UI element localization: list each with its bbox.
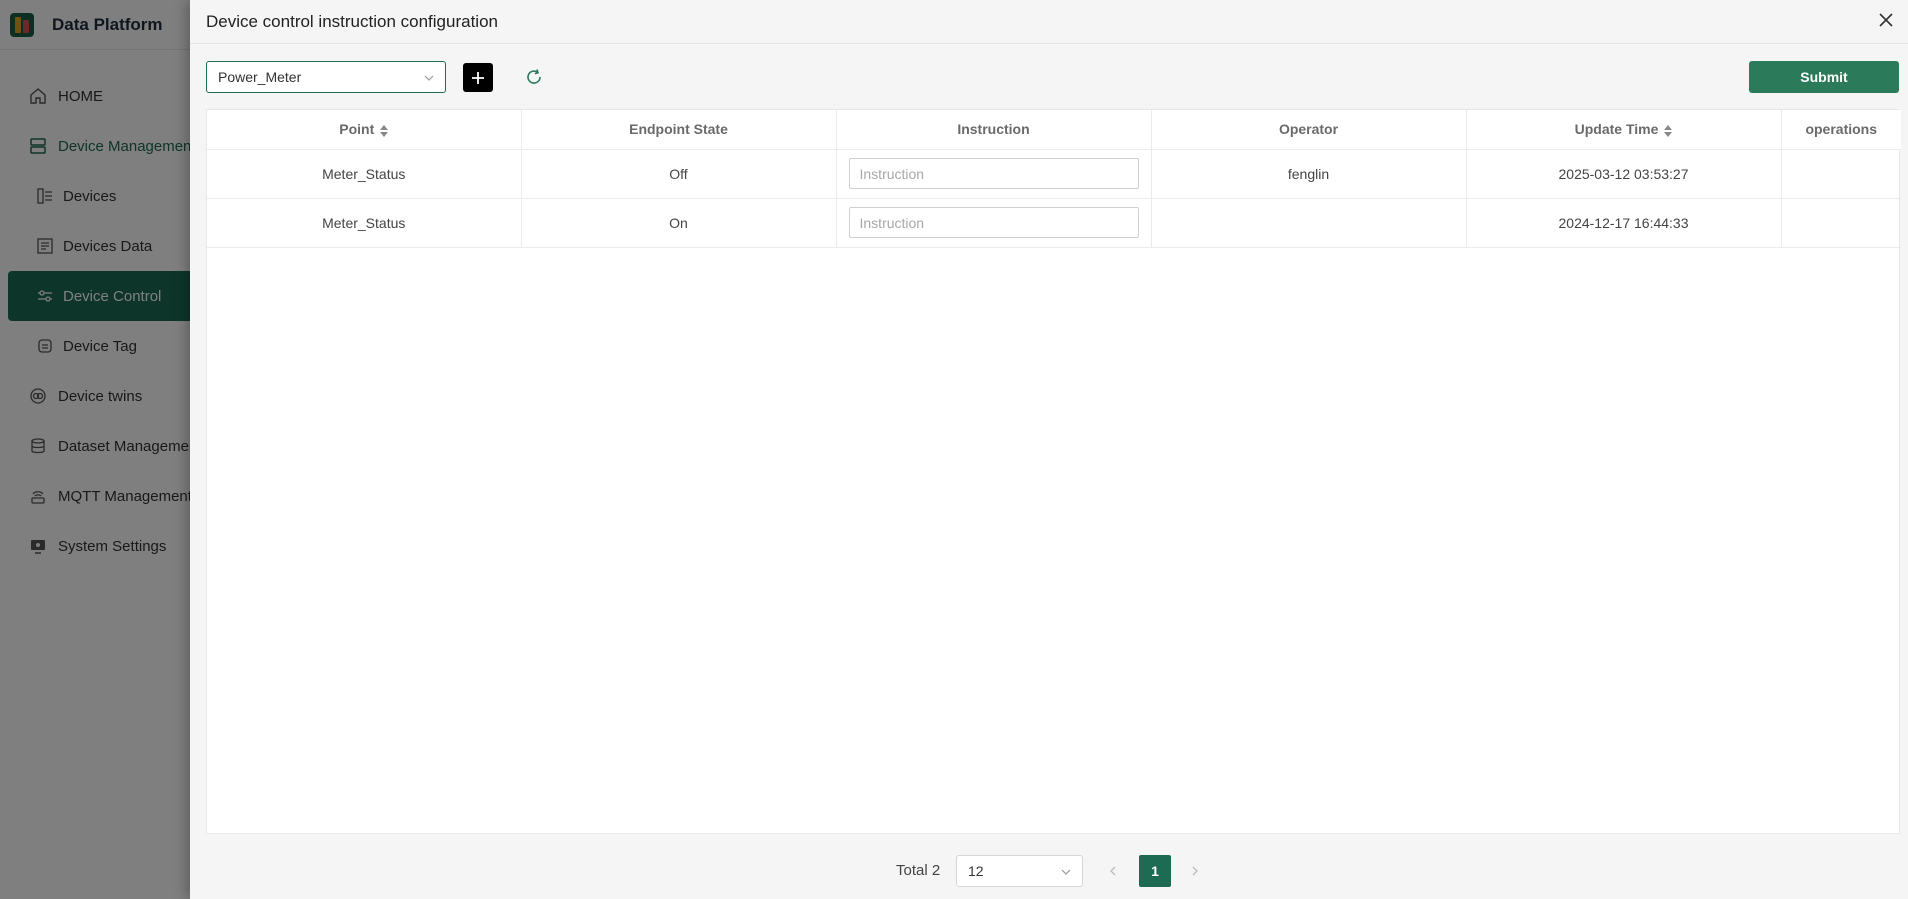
chevron-down-icon: [423, 71, 435, 87]
refresh-icon[interactable]: [524, 67, 544, 87]
page-size-select[interactable]: 12: [956, 855, 1083, 887]
drawer-toolbar: Power_Meter Submit: [206, 61, 1899, 93]
cell-operator: fenglin: [1151, 149, 1467, 199]
instruction-input[interactable]: [848, 158, 1139, 189]
pagination-total: Total 2: [896, 862, 941, 879]
device-select[interactable]: Power_Meter: [206, 61, 446, 93]
plus-icon: [472, 71, 484, 84]
cell-instruction: [836, 198, 1152, 248]
cell-endpoint-state: On: [521, 198, 837, 248]
device-select-value: Power_Meter: [218, 69, 302, 85]
table-row: Meter_Status Off fenglin 2025-03-12 03:5…: [207, 149, 1901, 199]
column-header-operations: operations: [1781, 110, 1901, 150]
column-header-point[interactable]: Point: [207, 110, 522, 150]
instruction-config-drawer: Device control instruction configuration…: [190, 0, 1908, 899]
cell-point: Meter_Status: [207, 149, 522, 199]
close-icon[interactable]: [1874, 8, 1898, 32]
sort-icon[interactable]: [380, 124, 389, 137]
sort-icon[interactable]: [1664, 124, 1673, 137]
cell-endpoint-state: Off: [521, 149, 837, 199]
column-header-instruction: Instruction: [836, 110, 1152, 150]
cell-update-time: 2025-03-12 03:53:27: [1466, 149, 1782, 199]
table-header-row: Point Endpoint State Instruction Operato…: [207, 110, 1901, 150]
column-header-endpoint-state: Endpoint State: [521, 110, 837, 150]
chevron-right-icon[interactable]: [1185, 859, 1205, 883]
cell-operations: [1781, 149, 1901, 199]
drawer-header: Device control instruction configuration: [190, 0, 1908, 44]
instruction-table: Point Endpoint State Instruction Operato…: [206, 109, 1901, 834]
add-button[interactable]: [463, 63, 493, 92]
chevron-down-icon: [1060, 865, 1072, 881]
cell-update-time: 2024-12-17 16:44:33: [1466, 198, 1782, 248]
pagination: Total 2 12 1: [190, 855, 1908, 887]
table-row: Meter_Status On 2024-12-17 16:44:33: [207, 198, 1901, 248]
page-number-button[interactable]: 1: [1139, 855, 1171, 887]
chevron-left-icon[interactable]: [1103, 859, 1123, 883]
cell-operations: [1781, 198, 1901, 248]
page-size-value: 12: [968, 863, 984, 879]
cell-operator: [1151, 198, 1467, 248]
cell-instruction: [836, 149, 1152, 199]
column-header-update-time[interactable]: Update Time: [1466, 110, 1782, 150]
cell-point: Meter_Status: [207, 198, 522, 248]
submit-button[interactable]: Submit: [1749, 61, 1899, 93]
column-header-operator: Operator: [1151, 110, 1467, 150]
drawer-title: Device control instruction configuration: [206, 11, 498, 31]
instruction-input[interactable]: [848, 207, 1139, 238]
